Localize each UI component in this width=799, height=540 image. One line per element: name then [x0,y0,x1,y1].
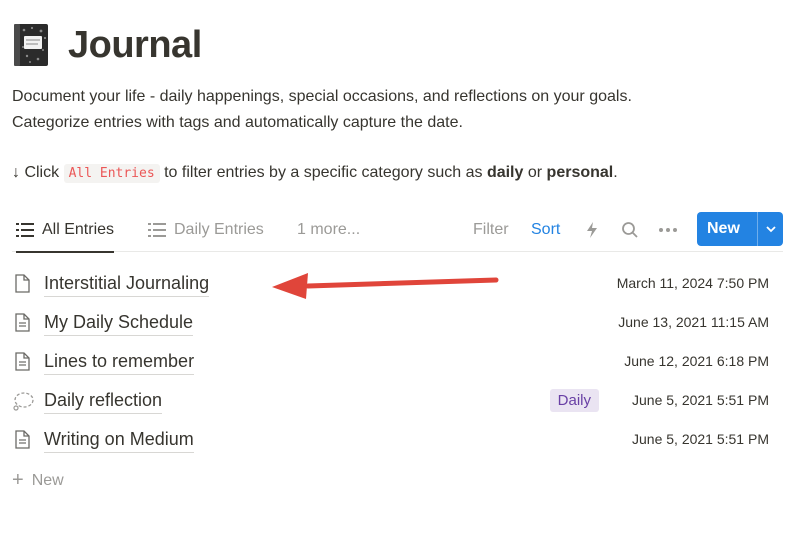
search-icon[interactable] [621,218,639,242]
description-line: Document your life - daily happenings, s… [12,88,632,105]
tab-label: Daily Entries [174,221,264,238]
page-title[interactable]: Journal [68,24,202,67]
tab-label: All Entries [42,221,115,238]
hint-end: . [613,164,618,181]
hint-prefix: ↓ Click [12,164,60,181]
sort-button[interactable]: Sort [531,218,560,242]
filter-button[interactable]: Filter [473,218,509,242]
description-line: Categorize entries with tags and automat… [12,114,463,131]
database-view-bar: All Entries Daily Entries 1 more... Filt… [12,208,783,253]
more-views-button[interactable]: 1 more... [297,218,360,242]
doc-icon [15,352,30,371]
hint-code: All Entries [63,164,160,183]
thought-bubble-icon [12,391,34,411]
entry-title[interactable]: Lines to remember [44,350,195,375]
table-row[interactable]: Writing on Medium June 5, 2021 5:51 PM [12,421,783,460]
hint-text: to filter entries by a specific category… [164,164,483,181]
entry-date: June 12, 2021 6:18 PM [624,353,769,369]
plus-icon: + [12,469,24,491]
hint-bold-daily: daily [486,164,524,181]
new-button-label: New [707,220,740,237]
page-icon [15,274,30,293]
list-icon [148,223,166,237]
table-row[interactable]: Daily reflection Daily June 5, 2021 5:51… [12,382,783,421]
annotation-arrow [272,273,499,299]
add-new-label: New [31,471,64,489]
doc-icon [15,430,30,449]
entry-title[interactable]: Interstitial Journaling [44,272,210,297]
page-description: Document your life - daily happenings, s… [12,84,632,136]
filter-hint: ↓ Click All Entries to filter entries by… [12,160,618,187]
chevron-down-icon[interactable] [758,225,783,233]
tab-daily-entries[interactable]: Daily Entries [148,218,264,242]
entry-title[interactable]: Daily reflection [44,389,163,414]
entry-date: June 5, 2021 5:51 PM [632,392,769,408]
entry-date: March 11, 2024 7:50 PM [616,275,769,291]
hint-or: or [527,164,543,181]
hint-bold-personal: personal [546,164,614,181]
table-row[interactable]: My Daily Schedule June 13, 2021 11:15 AM [12,304,783,343]
doc-icon [15,313,30,332]
page-header: Journal [12,22,202,68]
entry-title[interactable]: Writing on Medium [44,428,194,453]
new-entry-button[interactable]: New [697,212,783,246]
tab-all-entries[interactable]: All Entries [16,218,115,253]
tag-badge[interactable]: Daily [549,389,599,412]
list-icon [16,223,34,237]
composition-notebook-icon[interactable] [12,22,50,68]
entry-title[interactable]: My Daily Schedule [44,311,194,336]
add-new-row-button[interactable]: + New [12,469,64,492]
entry-date: June 5, 2021 5:51 PM [632,431,769,447]
more-options-icon[interactable] [658,218,678,242]
entry-date: June 13, 2021 11:15 AM [618,314,769,330]
lightning-icon[interactable] [585,218,599,242]
table-row[interactable]: Lines to remember June 12, 2021 6:18 PM [12,343,783,382]
